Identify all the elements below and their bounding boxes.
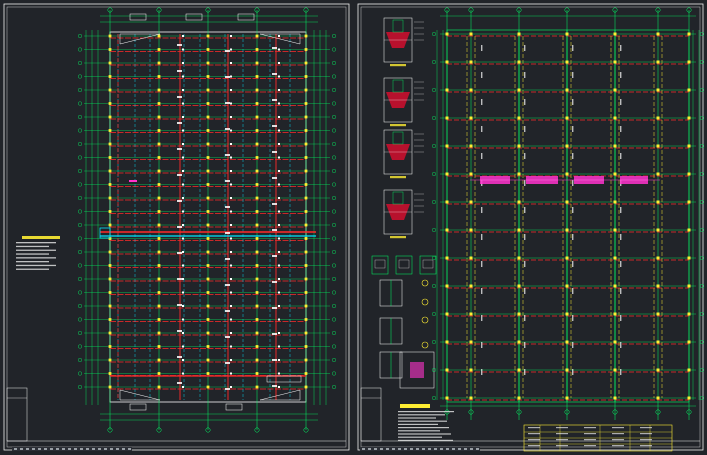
sheet-right-stamp bbox=[360, 387, 382, 442]
sheet-right-frame bbox=[357, 3, 704, 451]
sheet-left bbox=[3, 3, 350, 451]
section-details bbox=[371, 17, 437, 389]
cad-model-space[interactable] bbox=[0, 0, 707, 455]
sheet-right bbox=[357, 3, 705, 452]
sheet-left-frame bbox=[3, 3, 350, 451]
grid-lines-right bbox=[432, 7, 705, 420]
plan-outline-right bbox=[446, 29, 690, 403]
grid-lines-left bbox=[77, 10, 337, 430]
sheet-left-stamp bbox=[6, 387, 28, 442]
highlight-band-right bbox=[470, 176, 660, 184]
highlight-marker-left bbox=[129, 180, 137, 182]
notes-block-right bbox=[398, 404, 454, 441]
cad-drawing bbox=[3, 3, 705, 452]
notes-block-left bbox=[16, 236, 60, 270]
